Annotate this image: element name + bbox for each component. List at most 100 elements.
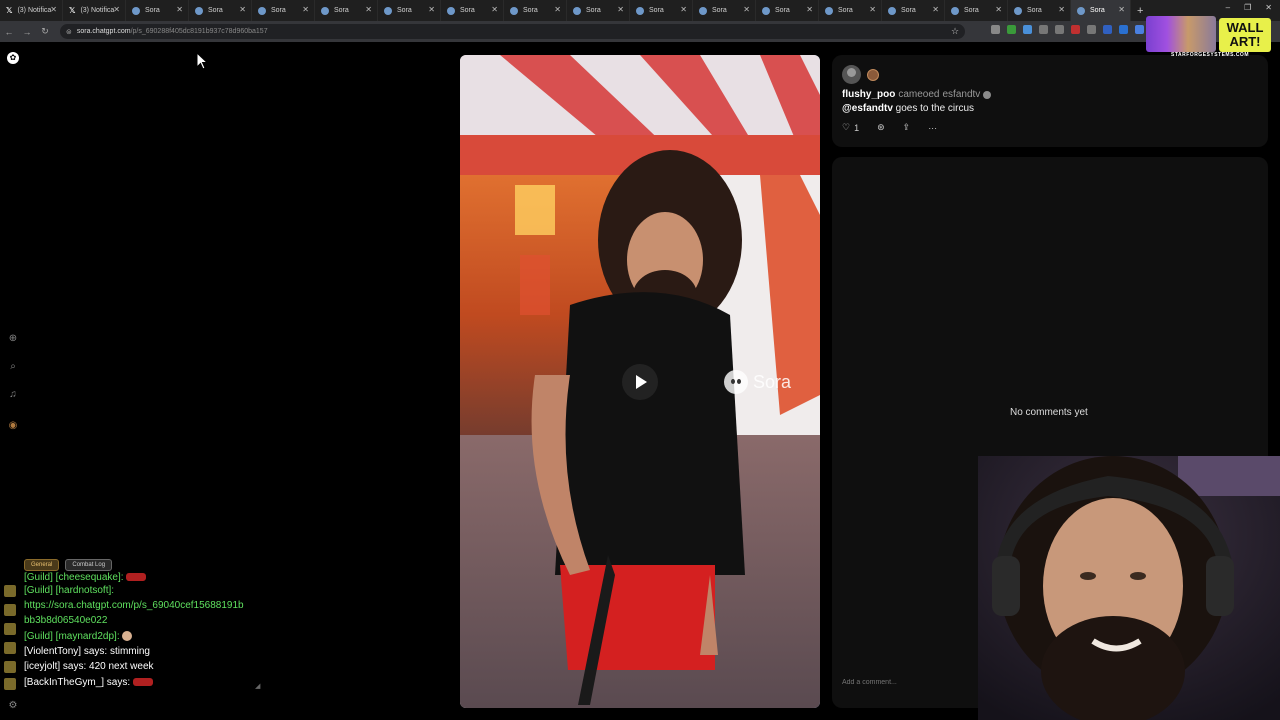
- close-tab-icon[interactable]: ✕: [365, 5, 372, 14]
- sora-logo-icon[interactable]: ✿: [7, 52, 19, 64]
- search-icon[interactable]: ⌕: [7, 361, 19, 373]
- forward-icon[interactable]: →: [18, 27, 36, 37]
- extension-icon[interactable]: [1103, 25, 1112, 34]
- browser-tab[interactable]: Sora ✕: [504, 0, 567, 21]
- author-avatar[interactable]: [842, 65, 861, 84]
- notifications-icon[interactable]: ♫: [7, 389, 19, 401]
- browser-tab[interactable]: Sora ✕: [630, 0, 693, 21]
- play-button[interactable]: [622, 364, 658, 400]
- browser-tab-label: Sora: [208, 7, 223, 14]
- webcam-overlay: [978, 456, 1280, 720]
- cameo-user-link[interactable]: esfandtv: [942, 89, 980, 100]
- browser-tab[interactable]: Sora ✕: [819, 0, 882, 21]
- browser-tab[interactable]: Sora ✕: [315, 0, 378, 21]
- share-icon[interactable]: ⇪: [903, 122, 911, 133]
- extension-icon[interactable]: [1119, 25, 1128, 34]
- browser-tab-label: Sora: [523, 7, 538, 14]
- close-tab-icon[interactable]: ✕: [176, 5, 183, 14]
- browser-tab-label: Sora: [964, 7, 979, 14]
- close-tab-icon[interactable]: ✕: [932, 5, 939, 14]
- sora-icon: [1077, 6, 1085, 15]
- close-tab-icon[interactable]: ✕: [50, 5, 57, 14]
- extension-icon[interactable]: [1055, 25, 1064, 34]
- url-path: /p/s_690288f405dc8191b937c78d960ba157: [130, 28, 268, 35]
- extension-icon[interactable]: [1087, 25, 1096, 34]
- back-icon[interactable]: ←: [0, 27, 18, 37]
- close-tab-icon[interactable]: ✕: [554, 5, 561, 14]
- site-info-icon[interactable]: ⊜: [66, 28, 72, 36]
- chat-emote: [126, 573, 147, 582]
- chat-channel-icon: [4, 585, 16, 597]
- browser-tab-label: Sora: [901, 7, 916, 14]
- cameo-avatar[interactable]: [867, 69, 879, 81]
- browser-tab[interactable]: Sora ✕: [945, 0, 1008, 21]
- browser-tab[interactable]: Sora ✕: [567, 0, 630, 21]
- window-controls: – ❐ ✕: [1226, 3, 1272, 12]
- bookmark-star-icon[interactable]: ☆: [951, 26, 959, 37]
- browser-tab[interactable]: 𝕏 (3) Notifica ✕: [0, 0, 63, 21]
- browser-tab-label: Sora: [145, 7, 160, 14]
- extension-icon[interactable]: [991, 25, 1000, 34]
- author-name-link[interactable]: flushy_poo: [842, 89, 895, 100]
- author-line: flushy_poo cameoed esfandtv: [842, 89, 992, 100]
- close-tab-icon[interactable]: ✕: [743, 5, 750, 14]
- browser-tab[interactable]: Sora ✕: [882, 0, 945, 21]
- new-tab-icon[interactable]: +: [1137, 5, 1143, 17]
- extension-icon[interactable]: [1135, 25, 1144, 34]
- close-tab-icon[interactable]: ✕: [239, 5, 246, 14]
- browser-tab-label: Sora: [775, 7, 790, 14]
- close-tab-icon[interactable]: ✕: [995, 5, 1002, 14]
- chat-resize-handle-icon[interactable]: ◢: [255, 682, 260, 690]
- close-tab-icon[interactable]: ✕: [806, 5, 813, 14]
- browser-tab[interactable]: Sora ✕: [1008, 0, 1071, 21]
- extension-icon[interactable]: [1071, 25, 1080, 34]
- caption-mention-link[interactable]: @esfandtv: [842, 103, 893, 114]
- post-caption: @esfandtv goes to the circus: [842, 103, 974, 114]
- browser-tab[interactable]: Sora ✕: [378, 0, 441, 21]
- close-tab-icon[interactable]: ✕: [428, 5, 435, 14]
- maximize-icon[interactable]: ❐: [1244, 3, 1251, 12]
- chat-link[interactable]: bb3b8d06540e022: [24, 613, 107, 628]
- browser-tab[interactable]: Sora ✕: [441, 0, 504, 21]
- sora-icon: [762, 6, 770, 15]
- chat-log: [Guild] [cheesequake]: [Guild] [hardnots…: [0, 572, 264, 692]
- browser-tab[interactable]: Sora ✕: [1071, 0, 1131, 21]
- profile-icon[interactable]: ◉: [7, 420, 19, 432]
- extension-icon[interactable]: [1007, 25, 1016, 34]
- more-options-icon[interactable]: ···: [928, 123, 937, 133]
- sora-icon: [447, 6, 455, 15]
- close-window-icon[interactable]: ✕: [1265, 3, 1272, 12]
- minimize-icon[interactable]: –: [1226, 3, 1230, 12]
- close-tab-icon[interactable]: ✕: [680, 5, 687, 14]
- close-tab-icon[interactable]: ✕: [491, 5, 498, 14]
- sora-icon: [510, 6, 518, 15]
- create-icon[interactable]: ⊕: [7, 333, 19, 345]
- remix-icon[interactable]: ⊛: [877, 122, 885, 133]
- close-tab-icon[interactable]: ✕: [617, 5, 624, 14]
- chat-link[interactable]: https://sora.chatgpt.com/p/s_69040cef156…: [24, 598, 244, 613]
- browser-tab[interactable]: Sora ✕: [189, 0, 252, 21]
- close-tab-icon[interactable]: ✕: [113, 5, 120, 14]
- close-tab-icon[interactable]: ✕: [1058, 5, 1065, 14]
- close-tab-icon[interactable]: ✕: [302, 5, 309, 14]
- post-card: [832, 55, 1268, 147]
- extension-icon[interactable]: [1023, 25, 1032, 34]
- browser-tab[interactable]: Sora ✕: [693, 0, 756, 21]
- browser-tab[interactable]: Sora ✕: [126, 0, 189, 21]
- like-button[interactable]: ♡ 1: [842, 122, 859, 133]
- reload-icon[interactable]: ↻: [36, 26, 54, 37]
- browser-tab[interactable]: Sora ✕: [252, 0, 315, 21]
- caption-text: goes to the circus: [895, 103, 975, 114]
- close-tab-icon[interactable]: ✕: [1118, 5, 1125, 14]
- post-actions: ♡ 1 ⊛ ⇪ ···: [842, 122, 937, 133]
- chat-message: [iceyjolt] says: 420 next week: [24, 661, 154, 672]
- chat-message: [ViolentTony] says: stimming: [24, 646, 150, 657]
- settings-icon[interactable]: ⚙: [7, 700, 19, 712]
- browser-tab[interactable]: 𝕏 (3) Notifica ✕: [63, 0, 126, 21]
- extension-icon[interactable]: [1039, 25, 1048, 34]
- address-bar[interactable]: ⊜ sora.chatgpt.com/p/s_690288f405dc8191b…: [60, 24, 965, 39]
- comment-input[interactable]: [842, 672, 982, 692]
- browser-tab[interactable]: Sora ✕: [756, 0, 819, 21]
- close-tab-icon[interactable]: ✕: [869, 5, 876, 14]
- mouse-cursor-icon: [196, 52, 208, 70]
